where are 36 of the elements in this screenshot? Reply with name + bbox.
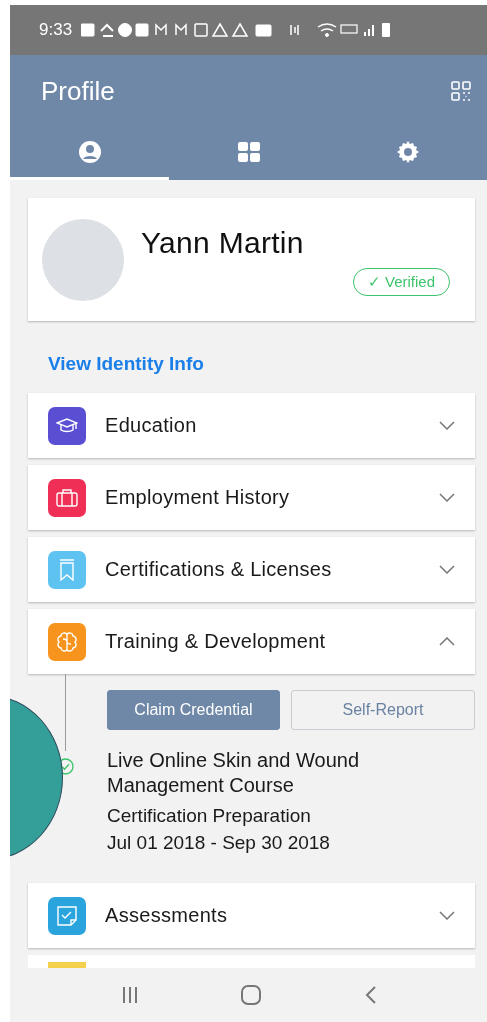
section-header[interactable]: Employment History (28, 465, 475, 530)
course-type: Certification Preparation (107, 804, 312, 828)
brain-icon (56, 631, 78, 652)
chevron-down-icon[interactable] (439, 493, 455, 502)
section-header[interactable]: Education (28, 393, 475, 458)
section-header[interactable]: Training & Development (28, 609, 475, 674)
course-title: Live Online Skin and Wound Management Course (107, 748, 360, 798)
grid-icon (236, 139, 261, 164)
section-title: Employment History (105, 486, 291, 509)
qr-code-icon[interactable] (451, 81, 471, 101)
chevron-down-icon[interactable] (439, 911, 455, 920)
section-title: Assessments (105, 904, 229, 927)
home-icon[interactable] (240, 985, 261, 1005)
person-icon (77, 139, 102, 164)
recent-apps-icon[interactable] (121, 986, 138, 1004)
claim-button[interactable]: Claim Credential (107, 690, 280, 730)
section-title: Training & Development (105, 630, 327, 653)
course-dates: Jul 01 2018 - Sep 30 2018 (107, 831, 331, 855)
briefcase-icon (56, 488, 78, 507)
section-header[interactable]: Certifications & Licenses (28, 537, 475, 602)
settings-icon (395, 139, 420, 164)
status-time: 9:33 (39, 20, 73, 40)
section-title: Certifications & Licenses (105, 558, 333, 581)
section-header[interactable]: Assessments (28, 883, 475, 948)
page-title: Profile (41, 75, 115, 107)
graduation-cap-icon (56, 417, 78, 434)
chevron-down-icon[interactable] (439, 565, 455, 574)
report-button[interactable]: Self-Report (291, 690, 475, 730)
checklist-icon (56, 904, 78, 927)
identity-info-link[interactable]: View Identity Info (48, 353, 475, 375)
section-title: Education (105, 414, 198, 437)
back-icon[interactable] (363, 986, 376, 1004)
chevron-down-icon[interactable] (439, 421, 455, 430)
user-name: Yann Martin (141, 226, 305, 260)
bookmark-icon (59, 558, 75, 581)
chevron-up-icon[interactable] (439, 637, 455, 646)
